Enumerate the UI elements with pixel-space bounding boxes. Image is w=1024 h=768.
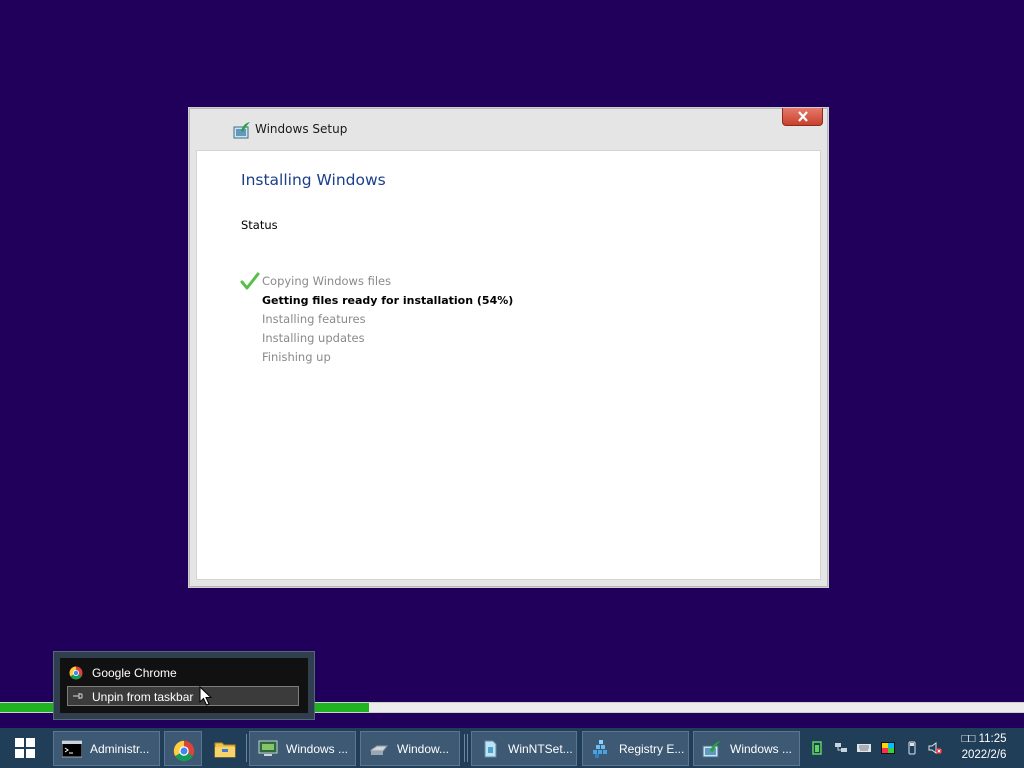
taskbar-item-registry-editor[interactable]: Registry E... — [582, 731, 689, 766]
folder-icon — [214, 742, 236, 758]
task-label: Windows ... — [286, 742, 349, 756]
taskbar-item-administrator-cmd[interactable]: Administr... — [53, 731, 160, 766]
volume-muted-icon[interactable] — [928, 741, 942, 755]
step-copying-files: Copying Windows files — [262, 274, 392, 288]
clock-time: □□ 11:25 — [961, 733, 1007, 745]
windows-logo-icon — [15, 738, 35, 758]
taskbar-item-windows-drive[interactable]: Window... — [360, 731, 460, 766]
unpin-icon — [73, 693, 83, 699]
step-installing-updates: Installing updates — [262, 331, 365, 345]
unpin-from-taskbar-item[interactable]: Unpin from taskbar — [67, 686, 299, 706]
window-title: Windows Setup — [255, 122, 348, 136]
taskbar-pinned-chrome[interactable] — [164, 731, 202, 766]
step-getting-files-ready: Getting files ready for installation (54… — [262, 294, 514, 307]
task-label: Window... — [397, 742, 450, 756]
taskbar-separator — [467, 734, 468, 762]
status-label: Status — [241, 218, 278, 232]
taskbar-item-windows-setup[interactable]: Windows ... — [693, 731, 800, 766]
jump-list-body: Google Chrome Unpin from taskbar — [60, 658, 308, 713]
taskbar-separator — [246, 734, 247, 762]
step-finishing-up: Finishing up — [262, 350, 331, 364]
windows-setup-icon — [233, 122, 250, 139]
task-label: WinNTSet... — [508, 742, 573, 756]
chrome-jump-list: Google Chrome Unpin from taskbar — [53, 651, 315, 720]
title-bar[interactable]: Windows Setup — [190, 108, 827, 150]
taskbar-item-windows-monitor[interactable]: Windows ... — [249, 731, 356, 766]
taskbar: Administr... Windows ... Window... WinNT… — [0, 728, 1024, 768]
windows-setup-window: Windows Setup Installing Windows Status … — [189, 108, 828, 587]
drive-icon — [370, 745, 389, 755]
chrome-icon — [69, 666, 83, 680]
windows-setup-icon — [702, 741, 721, 758]
system-clock[interactable]: □□ 11:25 2022/2/6 — [950, 731, 1018, 763]
chrome-icon — [173, 740, 195, 762]
taskbar-item-winntsetup[interactable]: WinNTSet... — [471, 731, 577, 766]
usb-device-icon[interactable] — [905, 741, 919, 755]
battery-status-icon[interactable] — [810, 741, 824, 755]
task-label: Registry E... — [619, 742, 685, 756]
close-button[interactable] — [782, 108, 823, 126]
checkmark-icon — [240, 272, 260, 290]
network-icon[interactable] — [834, 741, 848, 755]
start-button[interactable] — [0, 728, 50, 768]
cmd-icon — [62, 740, 82, 758]
setup-file-icon — [484, 740, 497, 758]
keyboard-icon[interactable] — [857, 741, 871, 755]
close-icon — [798, 111, 808, 122]
step-installing-features: Installing features — [262, 312, 366, 326]
monitor-icon — [258, 740, 278, 756]
task-label: Administr... — [90, 742, 150, 756]
taskbar-separator — [464, 734, 465, 762]
jump-list-app-item[interactable]: Google Chrome — [68, 663, 300, 683]
page-title: Installing Windows — [241, 171, 386, 189]
task-label: Windows ... — [730, 742, 793, 756]
mouse-cursor-icon — [199, 686, 212, 706]
display-color-icon[interactable] — [881, 741, 895, 755]
registry-icon — [593, 740, 607, 758]
clock-date: 2022/2/6 — [961, 749, 1007, 761]
jump-list-app-name: Google Chrome — [92, 666, 177, 680]
setup-content-pane: Installing Windows Status Copying Window… — [196, 150, 821, 580]
unpin-label: Unpin from taskbar — [92, 690, 194, 704]
taskbar-pinned-file-explorer[interactable] — [206, 731, 244, 766]
